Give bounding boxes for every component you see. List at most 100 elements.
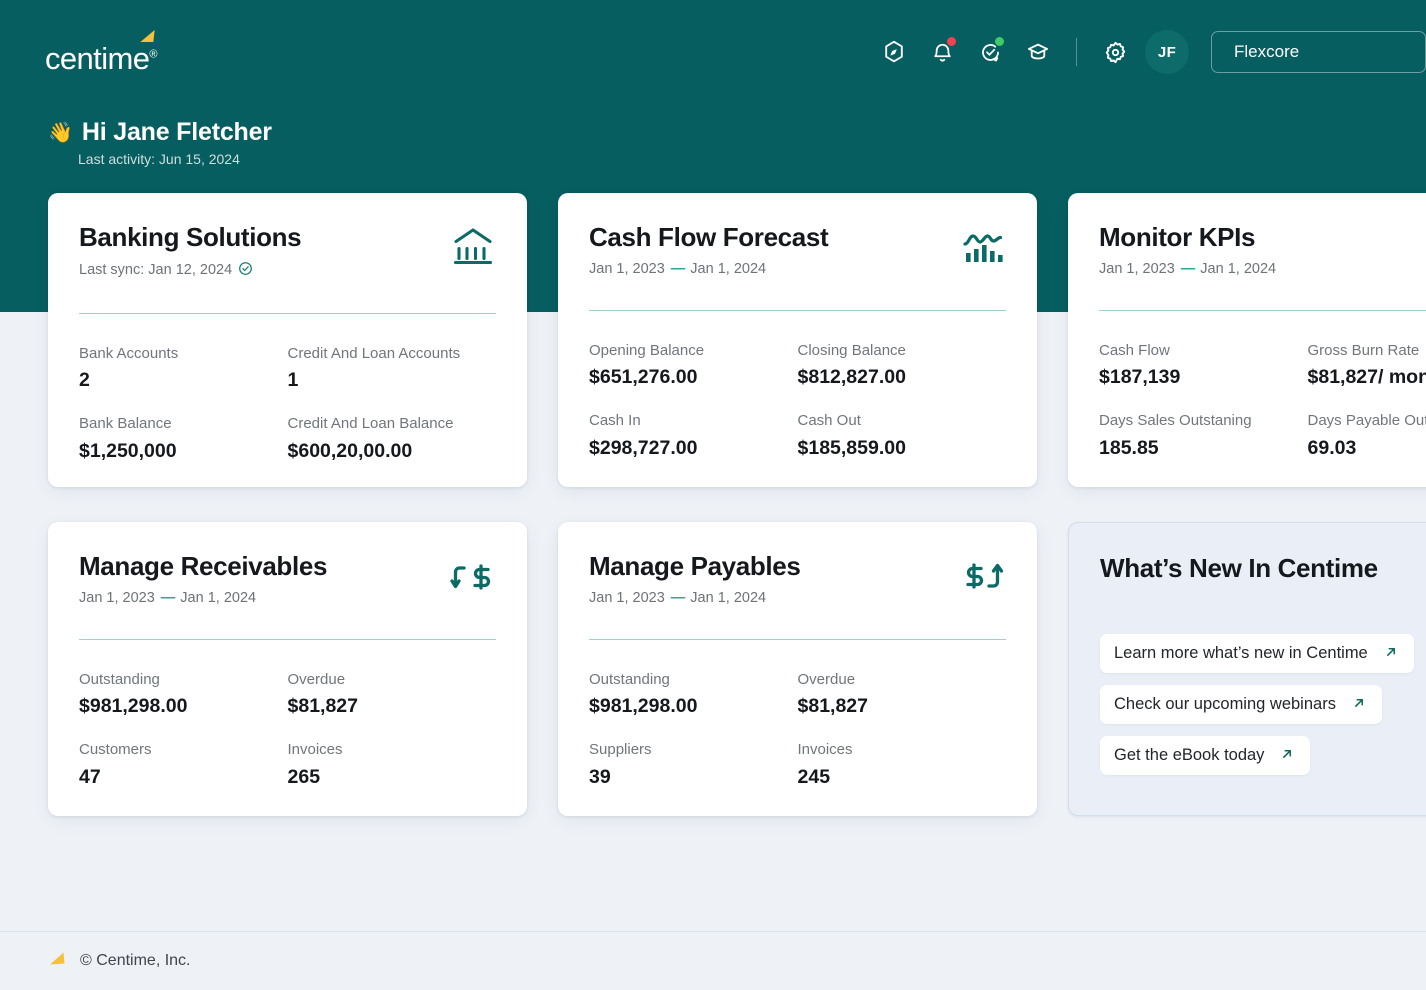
metric: Suppliers 39 xyxy=(589,741,798,789)
org-switcher-button[interactable]: Flexcore xyxy=(1211,31,1426,73)
card-metrics: Outstanding $981,298.00 Overdue $81,827 … xyxy=(589,671,1006,790)
arrow-down-dollar-icon xyxy=(450,554,496,601)
panel-whats-new: What’s New In Centime Learn more what’s … xyxy=(1068,522,1426,816)
metric: Invoices 245 xyxy=(798,741,1007,789)
metric-label: Invoices xyxy=(287,741,343,759)
metric: Cash In $298,727.00 xyxy=(589,412,798,460)
card-divider xyxy=(1099,309,1426,311)
card-divider xyxy=(589,638,1006,640)
date-range-end: Jan 1, 2024 xyxy=(180,589,257,606)
logo-wordmark: centime xyxy=(45,41,150,76)
metric-value: $1,250,000 xyxy=(79,440,177,463)
card-manage-payables[interactable]: Manage Payables Jan 1, 2023 — Jan 1, 202… xyxy=(558,522,1037,816)
external-link-arrow-icon xyxy=(1384,645,1398,662)
metric-value: $600,20,00.00 xyxy=(287,440,413,463)
whats-new-link[interactable]: Learn more what’s new in Centime xyxy=(1100,634,1414,673)
notification-bell-icon[interactable] xyxy=(918,28,966,76)
metric-label: Cash Flow xyxy=(1099,341,1170,359)
navbar-divider xyxy=(1076,38,1077,66)
metric-label: Outstanding xyxy=(589,670,670,688)
card-title: Manage Payables xyxy=(589,551,801,581)
whats-new-links: Learn more what’s new in Centime Check o… xyxy=(1100,634,1426,775)
metric-value: 1 xyxy=(287,369,299,392)
org-switcher-label: Flexcore xyxy=(1234,42,1300,61)
metric-value: $298,727.00 xyxy=(589,437,698,460)
metric-label: Opening Balance xyxy=(589,341,705,359)
metric-label: Credit And Loan Accounts xyxy=(287,344,461,362)
task-refresh-check-icon[interactable] xyxy=(966,28,1014,76)
avatar[interactable]: JF xyxy=(1145,30,1189,74)
metric-label: Customers xyxy=(79,741,152,759)
metric-label: Invoices xyxy=(797,741,853,759)
whats-new-link-label: Learn more what’s new in Centime xyxy=(1114,644,1368,662)
metric-label: Outstanding xyxy=(79,670,160,688)
date-range-dash: — xyxy=(160,589,175,606)
card-monitor-kpis[interactable]: Monitor KPIs Jan 1, 2023 — Jan 1, 2024 C… xyxy=(1068,193,1426,487)
card-manage-receivables[interactable]: Manage Receivables Jan 1, 2023 — Jan 1, … xyxy=(48,522,527,816)
card-cash-flow-forecast[interactable]: Cash Flow Forecast Jan 1, 2023 — Jan 1, … xyxy=(558,193,1037,487)
whats-new-title: What’s New In Centime xyxy=(1100,553,1378,583)
metric-value: $81,827 xyxy=(287,695,359,718)
logo-spark-icon xyxy=(140,30,155,42)
date-range-dash: — xyxy=(670,260,685,277)
date-range-end: Jan 1, 2024 xyxy=(690,260,767,277)
metric-value: $187,139 xyxy=(1099,366,1181,389)
footer: © Centime, Inc. xyxy=(0,931,1426,990)
date-range-start: Jan 1, 2023 xyxy=(79,589,155,606)
metric-value: 245 xyxy=(797,766,831,789)
footer-copyright: © Centime, Inc. xyxy=(80,952,191,969)
metric: Outstanding $981,298.00 xyxy=(79,671,288,719)
date-range-dash: — xyxy=(1180,260,1195,277)
whats-new-link-label: Get the eBook today xyxy=(1114,746,1265,764)
metric-label: Bank Balance xyxy=(79,415,172,433)
metric-value: 39 xyxy=(589,766,611,789)
dashboard-grid: Banking Solutions Last sync: Jan 12, 202… xyxy=(48,193,1426,816)
metric: Invoices 265 xyxy=(288,741,497,789)
card-subtitle-text: Last sync: Jan 12, 2024 xyxy=(79,262,233,279)
metric: Cash Out $185,859.00 xyxy=(798,412,1007,460)
navbar-actions: JF Flexcore xyxy=(870,0,1426,104)
date-range-dash: — xyxy=(670,589,685,606)
centime-logo[interactable]: centime® xyxy=(45,30,157,74)
metric-value: $81,827/ month xyxy=(1307,366,1426,389)
metric-label: Overdue xyxy=(287,670,346,688)
greeting-block: 👋 Hi Jane Fletcher Last activity: Jun 15… xyxy=(48,118,272,167)
metric: Customers 47 xyxy=(79,741,288,789)
card-title: Banking Solutions xyxy=(79,222,302,252)
metric-value: 265 xyxy=(287,766,321,789)
external-link-arrow-icon xyxy=(1352,696,1366,713)
card-subtitle: Jan 1, 2023 — Jan 1, 2024 xyxy=(1099,261,1276,277)
card-title: Manage Receivables xyxy=(79,551,328,581)
card-metrics: Opening Balance $651,276.00 Closing Bala… xyxy=(589,342,1006,461)
notification-badge xyxy=(947,37,956,46)
card-banking-solutions[interactable]: Banking Solutions Last sync: Jan 12, 202… xyxy=(48,193,527,487)
metric-value: $651,276.00 xyxy=(589,366,698,389)
metric: Credit And Loan Accounts 1 xyxy=(288,345,497,393)
metric: Bank Balance $1,250,000 xyxy=(79,415,288,463)
metric-value: $812,827.00 xyxy=(797,366,906,389)
metric: Overdue $81,827 xyxy=(798,671,1007,719)
metric-label: Credit And Loan Balance xyxy=(287,415,454,433)
external-link-arrow-icon xyxy=(1280,747,1294,764)
card-divider xyxy=(79,312,496,314)
compass-hexagon-icon[interactable] xyxy=(870,28,918,76)
metric-value: $81,827 xyxy=(797,695,869,718)
metric: Outstanding $981,298.00 xyxy=(589,671,798,719)
date-range-end: Jan 1, 2024 xyxy=(690,589,767,606)
logo-registered-mark: ® xyxy=(149,48,157,61)
date-range-start: Jan 1, 2023 xyxy=(589,589,665,606)
sync-check-icon xyxy=(238,261,253,280)
date-range-start: Jan 1, 2023 xyxy=(1099,260,1175,277)
whats-new-link[interactable]: Get the eBook today xyxy=(1100,736,1311,775)
card-subtitle: Jan 1, 2023 — Jan 1, 2024 xyxy=(589,261,828,277)
metric: Overdue $81,827 xyxy=(288,671,497,719)
graduation-cap-icon[interactable] xyxy=(1014,28,1062,76)
metric-label: Closing Balance xyxy=(797,341,906,359)
whats-new-link[interactable]: Check our upcoming webinars xyxy=(1100,685,1382,724)
gear-icon[interactable] xyxy=(1091,28,1139,76)
line-bar-chart-icon xyxy=(960,225,1006,272)
card-subtitle: Jan 1, 2023 — Jan 1, 2024 xyxy=(79,590,327,606)
metric-label: Cash In xyxy=(589,412,641,430)
metric-label: Suppliers xyxy=(589,741,652,759)
metric-label: Days Payable Outstanding xyxy=(1307,412,1426,430)
